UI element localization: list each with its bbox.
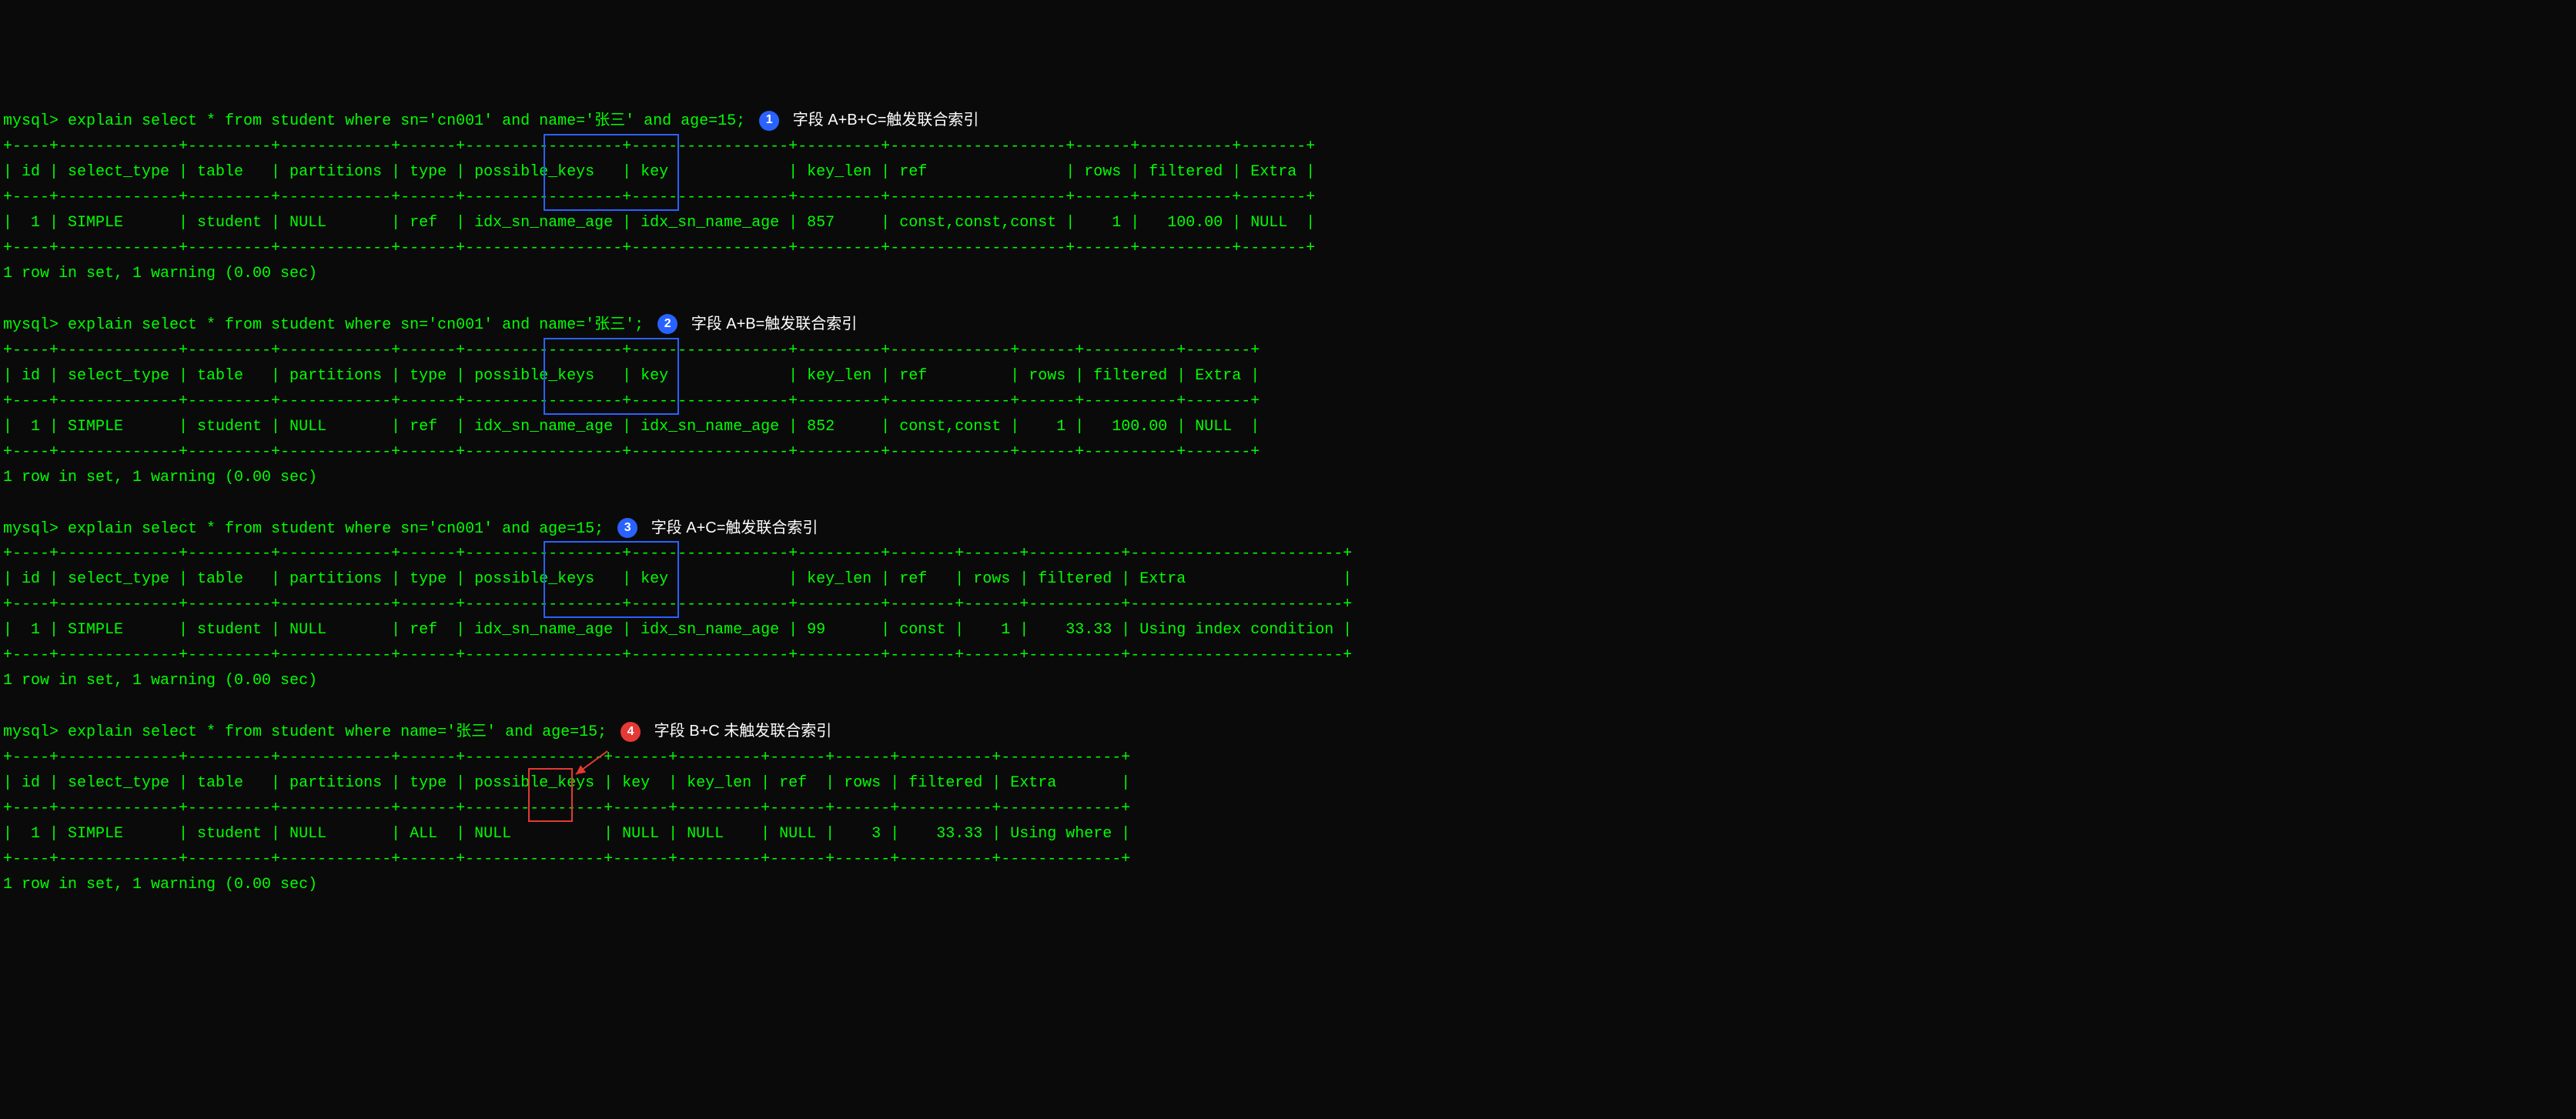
result-summary: 1 row in set, 1 warning (0.00 sec) <box>3 668 2573 693</box>
blank-line <box>3 286 2573 312</box>
annotation-text: 字段 A+B=触发联合索引 <box>682 314 861 334</box>
mysql-prompt: mysql> <box>3 723 68 741</box>
table-header-row: | id | select_type | table | partitions … <box>3 159 2573 185</box>
query-line: mysql> explain select * from student whe… <box>3 312 2573 338</box>
table-border-top: +----+-------------+---------+----------… <box>3 134 2573 159</box>
query-line: mysql> explain select * from student whe… <box>3 516 2573 542</box>
table-border-mid: +----+-------------+---------+----------… <box>3 796 2573 821</box>
annotation-badge: 1 <box>759 111 779 131</box>
blank-line <box>3 490 2573 516</box>
blank-line <box>3 693 2573 719</box>
annotation-badge: 3 <box>617 518 637 538</box>
sql-statement: explain select * from student where sn='… <box>68 316 653 334</box>
annotation-badge: 4 <box>621 722 641 742</box>
blank-line <box>3 897 2573 923</box>
mysql-prompt: mysql> <box>3 316 68 334</box>
annotation-text: 字段 B+C 未触发联合索引 <box>645 721 836 741</box>
table-border-mid: +----+-------------+---------+----------… <box>3 185 2573 210</box>
annotation-text: 字段 A+C=触发联合索引 <box>642 518 822 538</box>
result-summary: 1 row in set, 1 warning (0.00 sec) <box>3 872 2573 897</box>
result-summary: 1 row in set, 1 warning (0.00 sec) <box>3 261 2573 286</box>
table-header-row: | id | select_type | table | partitions … <box>3 363 2573 389</box>
table-border-top: +----+-------------+---------+----------… <box>3 338 2573 363</box>
query-line: mysql> explain select * from student whe… <box>3 719 2573 745</box>
explain-table: +----+-------------+---------+----------… <box>3 745 2573 872</box>
explain-table: +----+-------------+---------+----------… <box>3 338 2573 465</box>
table-data-row: | 1 | SIMPLE | student | NULL | ref | id… <box>3 210 2573 235</box>
table-border-bot: +----+-------------+---------+----------… <box>3 439 2573 465</box>
table-border-bot: +----+-------------+---------+----------… <box>3 235 2573 261</box>
table-header-row: | id | select_type | table | partitions … <box>3 566 2573 592</box>
result-summary: 1 row in set, 1 warning (0.00 sec) <box>3 465 2573 490</box>
annotation-text: 字段 A+B+C=触发联合索引 <box>784 110 983 130</box>
table-data-row: | 1 | SIMPLE | student | NULL | ref | id… <box>3 617 2573 643</box>
table-border-mid: +----+-------------+---------+----------… <box>3 389 2573 414</box>
table-data-row: | 1 | SIMPLE | student | NULL | ref | id… <box>3 414 2573 439</box>
sql-statement: explain select * from student where sn='… <box>68 519 613 537</box>
table-border-bot: +----+-------------+---------+----------… <box>3 643 2573 668</box>
explain-table: +----+-------------+---------+----------… <box>3 541 2573 668</box>
explain-table: +----+-------------+---------+----------… <box>3 134 2573 261</box>
sql-statement: explain select * from student where name… <box>68 723 616 741</box>
terminal-output: mysql> explain select * from student whe… <box>3 108 2573 923</box>
table-border-top: +----+-------------+---------+----------… <box>3 541 2573 566</box>
mysql-prompt: mysql> <box>3 519 68 537</box>
mysql-prompt: mysql> <box>3 112 68 130</box>
table-border-bot: +----+-------------+---------+----------… <box>3 847 2573 872</box>
query-line: mysql> explain select * from student whe… <box>3 108 2573 134</box>
sql-statement: explain select * from student where sn='… <box>68 112 754 130</box>
annotation-badge: 2 <box>657 314 677 334</box>
table-border-mid: +----+-------------+---------+----------… <box>3 592 2573 617</box>
table-data-row: | 1 | SIMPLE | student | NULL | ALL | NU… <box>3 821 2573 847</box>
table-header-row: | id | select_type | table | partitions … <box>3 770 2573 796</box>
table-border-top: +----+-------------+---------+----------… <box>3 745 2573 770</box>
